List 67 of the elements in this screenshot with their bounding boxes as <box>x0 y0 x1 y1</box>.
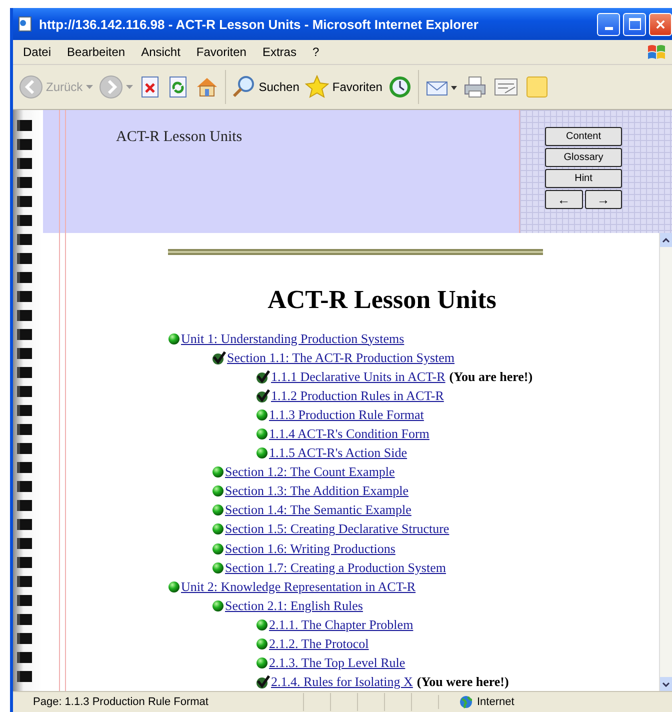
sticky-note-icon <box>525 75 550 99</box>
refresh-button[interactable] <box>166 76 189 98</box>
nav-button[interactable]: Hint <box>545 169 622 188</box>
lesson-link[interactable]: Section 1.4: The Semantic Example <box>225 502 412 518</box>
menu-item[interactable]: Datei <box>17 43 58 61</box>
next-button[interactable]: → <box>584 190 622 209</box>
search-icon <box>232 75 256 99</box>
home-button[interactable] <box>194 75 219 99</box>
close-button[interactable] <box>649 12 672 36</box>
menu-item[interactable]: ? <box>306 43 326 61</box>
window-title: http://136.142.116.98 - ACT-R Lesson Units - Microsoft Internet Explorer <box>39 16 478 32</box>
stop-icon <box>138 76 161 98</box>
menu-item[interactable]: Favoriten <box>190 43 252 61</box>
globe-icon <box>459 695 473 709</box>
lesson-link[interactable]: 1.1.2 Production Rules in ACT-R <box>271 388 444 404</box>
maximize-button[interactable] <box>623 12 646 36</box>
zone-label: Internet <box>477 696 514 708</box>
lesson-link[interactable]: 2.1.2. The Protocol <box>269 636 369 652</box>
scroll-up-button[interactable] <box>660 233 672 247</box>
lesson-link[interactable]: Section 2.1: English Rules <box>225 598 363 614</box>
lesson-link[interactable]: 2.1.1. The Chapter Problem <box>269 616 414 633</box>
menu-item[interactable]: Bearbeiten <box>61 43 132 61</box>
lesson-link[interactable]: Section 1.1: The ACT-R Production System <box>227 350 455 366</box>
previous-button[interactable]: ← <box>545 190 582 209</box>
lesson-link[interactable]: Section 1.2: The Count Example <box>225 464 395 480</box>
refresh-icon <box>166 76 189 98</box>
menu-item[interactable]: Ansicht <box>135 43 186 61</box>
clock-icon <box>388 75 412 99</box>
favorites-button[interactable]: Favoriten <box>305 75 382 99</box>
location-note: (You were here!) <box>416 674 509 690</box>
minimize-button[interactable] <box>597 12 620 36</box>
lesson-link[interactable]: 1.1.3 Production Rule Format <box>269 406 424 423</box>
close-icon <box>656 20 665 28</box>
status-text: Page: 1.1.3 Production Rule Format <box>32 696 210 708</box>
house-icon <box>194 75 219 99</box>
caret-down-icon <box>662 682 670 686</box>
star-icon <box>305 75 330 99</box>
dropdown-caret-icon <box>86 85 93 89</box>
lesson-link[interactable]: 1.1.1 Declarative Units in ACT-R <box>271 368 446 385</box>
lesson-link[interactable]: Section 1.7: Creating a Production System <box>225 560 446 576</box>
lesson-link[interactable]: 1.1.4 ACT-R's Condition Form <box>269 426 430 442</box>
page-icon <box>17 16 33 32</box>
nav-button[interactable]: Content <box>545 127 622 146</box>
caret-up-icon <box>662 238 670 242</box>
printer-icon <box>463 75 488 99</box>
scrollbar[interactable] <box>659 233 672 691</box>
lesson-link[interactable]: 2.1.3. The Top Level Rule <box>269 655 406 672</box>
windows-logo-icon <box>646 42 666 62</box>
lesson-link[interactable]: 2.1.4. Rules for Isolating X <box>271 674 413 690</box>
lesson-link[interactable]: Section 1.3: The Addition Example <box>225 483 409 500</box>
lesson-link[interactable]: Unit 2: Knowledge Representation in ACT-R <box>181 578 416 595</box>
lesson-link[interactable]: Section 1.5: Creating Declarative Structure <box>225 521 450 538</box>
nav-button[interactable]: Glossary <box>545 148 622 167</box>
history-button[interactable] <box>388 75 412 99</box>
lesson-link[interactable]: 1.1.5 ACT-R's Action Side <box>269 445 408 462</box>
dropdown-caret-icon <box>126 85 133 89</box>
search-button[interactable]: Suchen <box>232 75 300 99</box>
header-title: ACT-R Lesson Units <box>116 129 242 145</box>
lesson-link[interactable]: Section 1.6: Writing Productions <box>225 540 396 557</box>
stop-button[interactable] <box>138 76 161 98</box>
print-button[interactable] <box>463 75 488 99</box>
page-heading: ACT-R Lesson Units <box>266 285 498 315</box>
lesson-link[interactable]: Unit 1: Understanding Production Systems <box>181 330 404 347</box>
scroll-down-button[interactable] <box>660 677 672 691</box>
location-note: (You are here!) <box>449 368 533 385</box>
menu-item[interactable]: Extras <box>256 43 302 61</box>
forward-button[interactable] <box>98 75 133 99</box>
